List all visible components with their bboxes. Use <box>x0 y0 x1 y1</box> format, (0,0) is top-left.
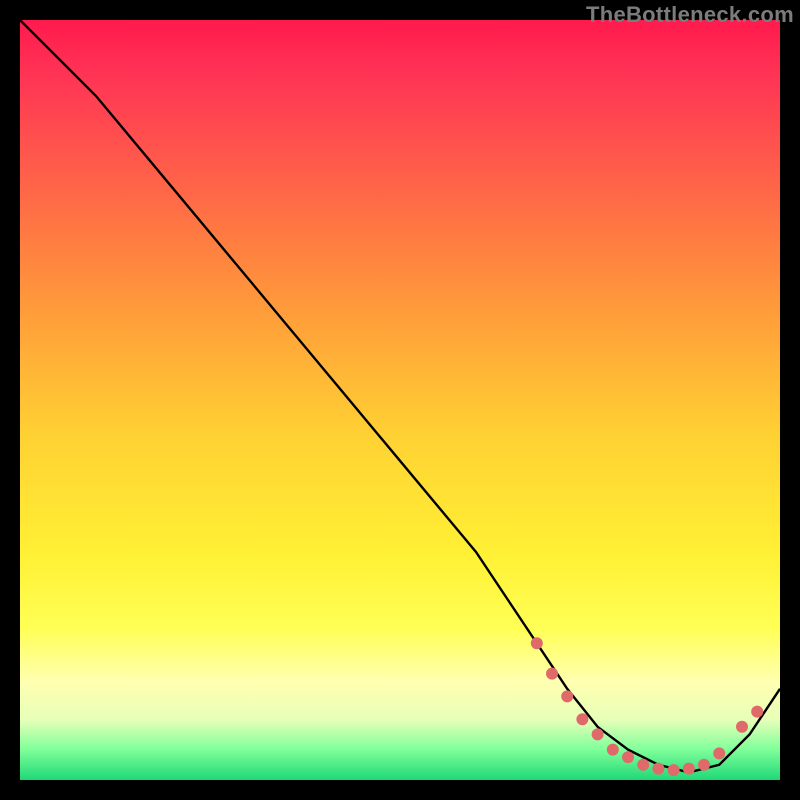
bottleneck-curve <box>20 20 780 772</box>
highlight-dot <box>531 637 543 649</box>
highlight-dot <box>546 668 558 680</box>
highlight-dot <box>652 763 664 775</box>
highlight-dot <box>736 721 748 733</box>
highlight-dot <box>592 728 604 740</box>
highlight-dot <box>561 690 573 702</box>
highlight-dot <box>668 764 680 776</box>
highlight-dot <box>698 759 710 771</box>
watermark-label: TheBottleneck.com <box>586 2 794 28</box>
highlight-dot <box>637 759 649 771</box>
chart-svg <box>20 20 780 780</box>
plot-area <box>20 20 780 780</box>
highlight-dot <box>576 713 588 725</box>
highlight-dot <box>713 747 725 759</box>
highlight-dot <box>683 763 695 775</box>
highlight-dot <box>751 706 763 718</box>
chart-frame: TheBottleneck.com <box>0 0 800 800</box>
highlight-dot <box>607 744 619 756</box>
highlight-dot <box>622 751 634 763</box>
